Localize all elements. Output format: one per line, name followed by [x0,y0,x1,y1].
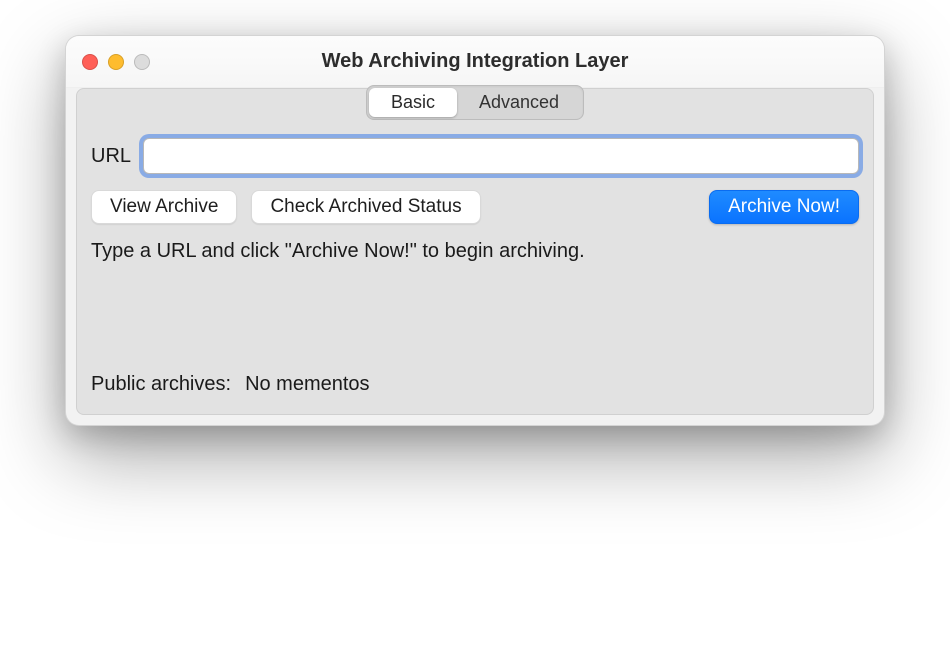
url-label: URL [91,145,131,168]
traffic-lights [82,54,150,70]
minimize-icon[interactable] [108,54,124,70]
url-row: URL [91,138,859,174]
instruction-text: Type a URL and click "Archive Now!" to b… [91,240,859,263]
button-row: View Archive Check Archived Status Archi… [91,190,859,224]
tab-basic[interactable]: Basic [369,88,457,117]
window-title: Web Archiving Integration Layer [66,50,884,73]
public-archives-row: Public archives: No mementos [91,373,859,396]
check-archived-status-button[interactable]: Check Archived Status [251,190,480,224]
maximize-icon [134,54,150,70]
app-window: Web Archiving Integration Layer Basic Ad… [65,35,885,426]
url-input[interactable] [143,138,859,174]
tab-advanced[interactable]: Advanced [457,88,581,117]
close-icon[interactable] [82,54,98,70]
titlebar: Web Archiving Integration Layer [66,36,884,88]
archive-now-button[interactable]: Archive Now! [709,190,859,224]
main-panel: Basic Advanced URL View Archive Check Ar… [76,88,874,415]
public-archives-value: No mementos [245,373,370,396]
tab-bar: Basic Advanced [91,85,859,120]
content-area: Basic Advanced URL View Archive Check Ar… [66,88,884,425]
view-archive-button[interactable]: View Archive [91,190,237,224]
public-archives-label: Public archives: [91,373,231,396]
segmented-control: Basic Advanced [366,85,584,120]
